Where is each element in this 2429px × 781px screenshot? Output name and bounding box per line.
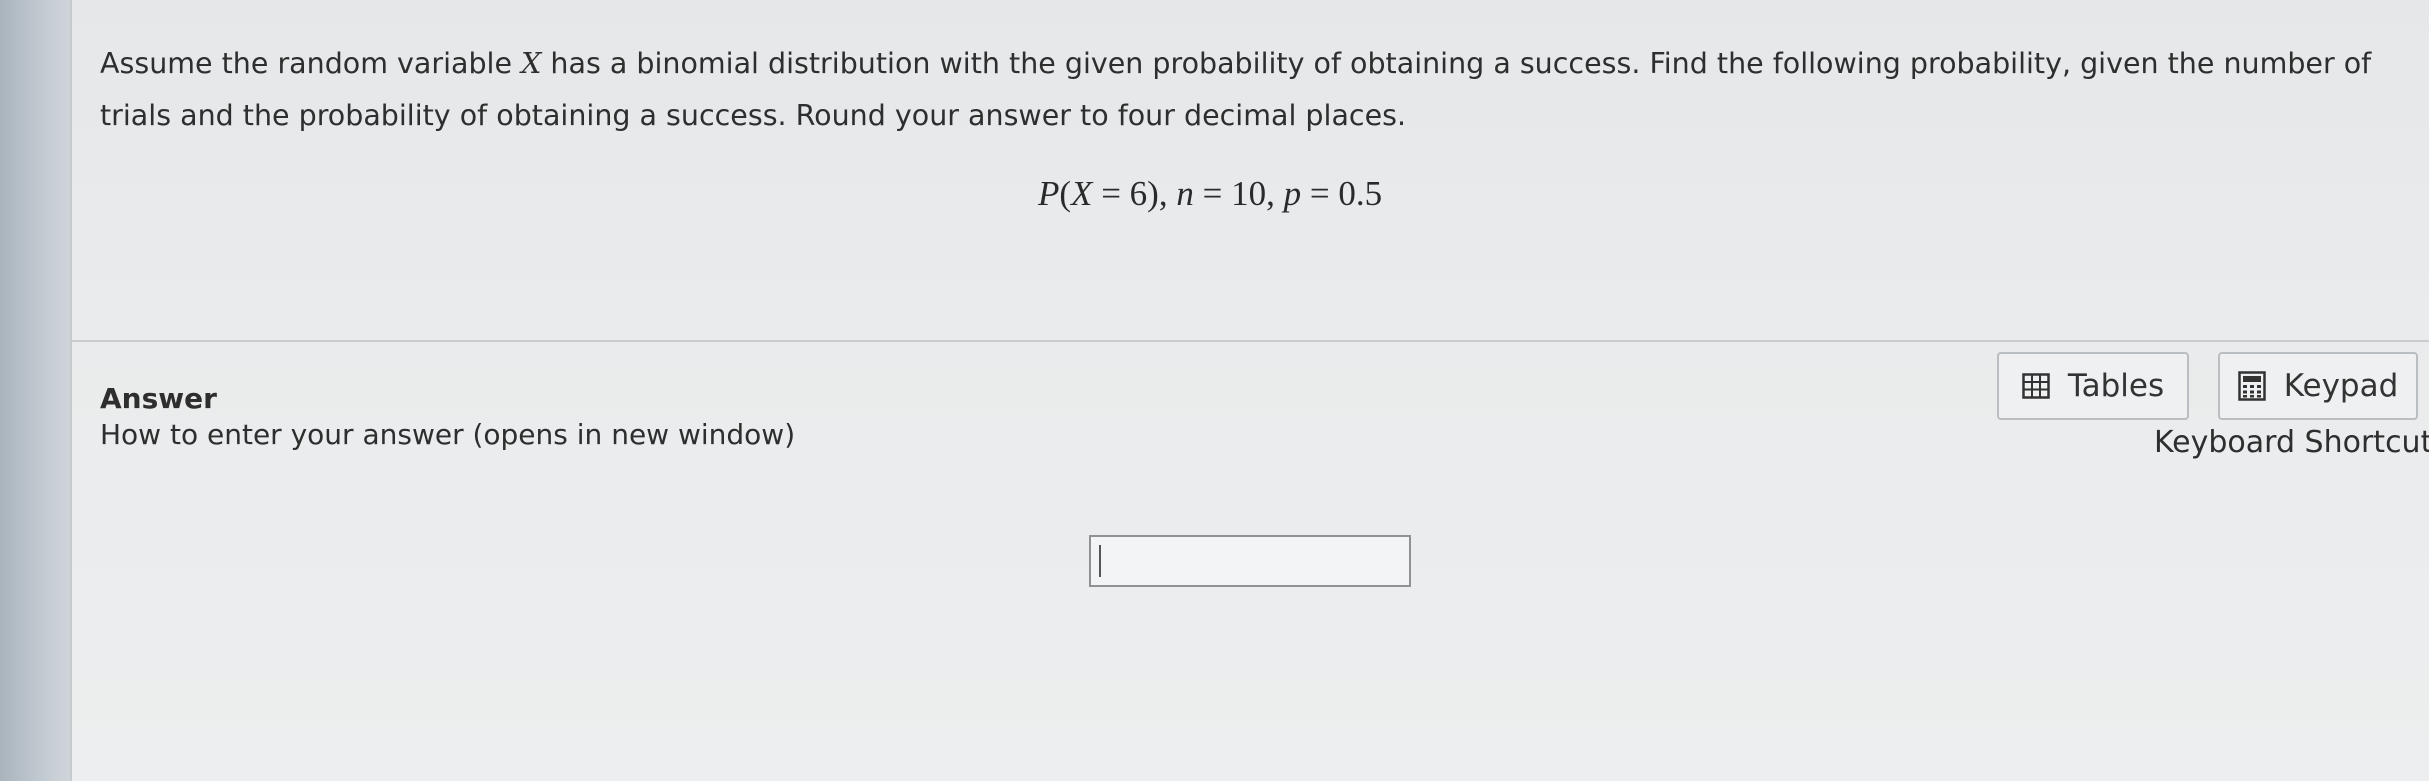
question-text-part: Assume the random variable	[100, 47, 522, 80]
keyboard-shortcuts-link[interactable]: Keyboard Shortcuts	[2154, 425, 2429, 460]
keypad-label: Keypad	[2283, 368, 2399, 404]
answer-heading: Answer	[100, 382, 217, 415]
left-sidebar-edge	[0, 0, 70, 781]
tables-button[interactable]: Tables	[1997, 352, 2189, 420]
formula-n-value: = 10,	[1193, 174, 1284, 213]
answer-input[interactable]	[1089, 535, 1411, 587]
formula-p: P	[1038, 174, 1060, 213]
how-to-enter-answer-link[interactable]: How to enter your answer (opens in new w…	[100, 418, 795, 451]
question-prompt: Assume the random variable X has a binom…	[100, 38, 2410, 142]
keypad-button[interactable]: Keypad	[2218, 352, 2418, 420]
calculator-icon	[2237, 371, 2266, 401]
table-icon	[2022, 373, 2050, 399]
formula-paren: (	[1059, 174, 1072, 213]
formula-p-var: p	[1283, 174, 1302, 213]
probability-formula: P(X = 6), n = 10, p = 0.5	[1038, 174, 1382, 214]
text-caret	[1099, 545, 1101, 577]
formula-n: n	[1176, 174, 1194, 213]
formula-x-value: = 6),	[1092, 174, 1177, 213]
random-variable: X	[521, 47, 542, 80]
section-divider	[72, 340, 2429, 342]
question-panel: Assume the random variable X has a binom…	[70, 0, 2429, 781]
formula-p-value: = 0.5	[1301, 174, 1383, 213]
tables-label: Tables	[2067, 368, 2165, 404]
formula-x: X	[1071, 174, 1093, 213]
